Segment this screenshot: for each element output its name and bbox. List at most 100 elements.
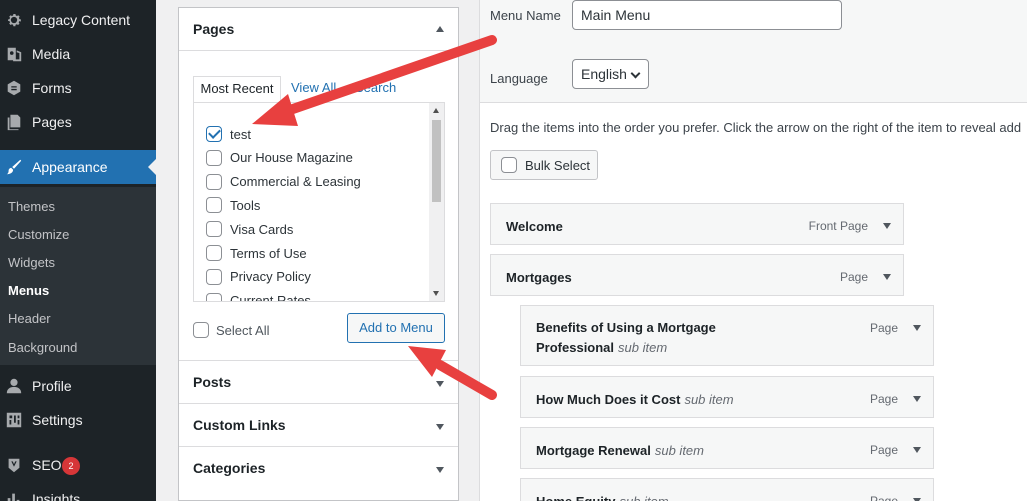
page-checkbox-row[interactable]: Current Rates <box>206 291 311 301</box>
divider <box>179 360 458 361</box>
seo-icon <box>5 456 23 474</box>
page-checkbox-row[interactable]: Tools <box>206 195 260 215</box>
menu-item-type: Page <box>839 270 868 284</box>
checkbox[interactable] <box>206 149 222 166</box>
page-checkbox-row[interactable]: Commercial & Leasing <box>206 172 361 192</box>
tab-most-recent[interactable]: Most Recent <box>193 76 281 103</box>
divider <box>179 50 458 51</box>
menu-item-type: Page <box>869 443 898 457</box>
expand-arrow-icon[interactable] <box>436 381 444 387</box>
checkbox[interactable] <box>206 245 222 261</box>
submenu-item-customize[interactable]: Customize <box>8 227 69 242</box>
sidebar-item-appearance[interactable]: Appearance <box>0 150 156 184</box>
sidebar-item-settings[interactable]: Settings <box>0 403 156 437</box>
menu-item-title: Home Equity sub item <box>536 492 669 501</box>
menu-item[interactable]: Benefits of Using a Mortgage Professiona… <box>520 305 934 366</box>
page-checkbox-row[interactable]: Visa Cards <box>206 219 293 239</box>
menu-item[interactable]: Mortgage Renewal sub item Page <box>520 427 934 469</box>
sidebar-item-insights[interactable]: Insights <box>0 482 156 501</box>
sidebar-item-label: Profile <box>32 378 72 394</box>
toggle-arrow-icon[interactable] <box>913 325 921 331</box>
menu-name-input[interactable]: Main Menu <box>572 0 842 30</box>
custom-links-section-title[interactable]: Custom Links <box>193 417 286 433</box>
pages-checklist: test Our House Magazine Commercial & Leasi… <box>193 102 445 302</box>
menu-item[interactable]: Welcome Front Page <box>490 203 904 245</box>
list-scrollbar[interactable] <box>429 103 444 301</box>
sidebar-item-pages[interactable]: Pages <box>0 105 156 139</box>
posts-section-title[interactable]: Posts <box>193 374 231 390</box>
settings-icon <box>5 411 23 429</box>
menu-item-title-text: Home Equity <box>536 494 615 501</box>
sidebar-item-label: Appearance <box>32 159 108 175</box>
menu-item-type: Page <box>869 321 898 335</box>
language-label: Language <box>490 71 548 86</box>
checkbox[interactable] <box>206 292 222 301</box>
forms-icon <box>5 79 23 97</box>
sub-item-label: sub item <box>619 494 668 501</box>
sidebar-item-forms[interactable]: Forms <box>0 71 156 105</box>
sidebar-item-media[interactable]: Media <box>0 37 156 71</box>
page-checkbox-row[interactable]: Terms of Use <box>206 243 307 263</box>
checkbox[interactable] <box>501 157 517 173</box>
checkbox[interactable] <box>206 197 222 214</box>
sidebar-item-legacy-content[interactable]: Legacy Content <box>0 3 156 37</box>
pages-icon <box>5 113 23 131</box>
menu-item[interactable]: How Much Does it Cost sub item Page <box>520 376 934 418</box>
page-checkbox-row[interactable]: test <box>206 124 251 144</box>
add-to-menu-button[interactable]: Add to Menu <box>347 313 445 343</box>
toggle-arrow-icon[interactable] <box>883 274 891 280</box>
language-select[interactable]: English <box>572 59 649 89</box>
sidebar-item-label: Insights <box>32 491 81 501</box>
bulk-select-checkbox[interactable]: Bulk Select <box>490 150 598 180</box>
notification-badge: 2 <box>62 457 80 475</box>
checkbox[interactable] <box>206 268 222 285</box>
submenu-item-themes[interactable]: Themes <box>8 199 55 214</box>
tab-search[interactable]: Search <box>355 76 396 103</box>
select-all-checkbox[interactable]: Select All <box>193 320 269 340</box>
collapse-arrow-icon[interactable] <box>436 26 444 32</box>
page-label: test <box>230 126 251 142</box>
page-label: Visa Cards <box>230 221 294 237</box>
toggle-arrow-icon[interactable] <box>913 396 921 402</box>
toggle-arrow-icon[interactable] <box>883 223 891 229</box>
expand-arrow-icon[interactable] <box>436 424 444 430</box>
page-checkbox-row[interactable]: Privacy Policy <box>206 267 311 287</box>
sidebar-item-label: Media <box>32 46 71 62</box>
expand-arrow-icon[interactable] <box>436 467 444 473</box>
insights-icon <box>5 490 23 501</box>
divider <box>179 403 458 404</box>
menu-item[interactable]: Home Equity sub item Page <box>520 478 934 501</box>
menu-item-type: Front Page <box>808 219 868 233</box>
sidebar-item-profile[interactable]: Profile <box>0 369 156 403</box>
toggle-arrow-icon[interactable] <box>913 447 921 453</box>
checkbox[interactable] <box>206 173 222 190</box>
scroll-up-arrow-icon[interactable] <box>433 108 439 113</box>
submenu-item-widgets[interactable]: Widgets <box>8 255 55 270</box>
submenu-item-menus[interactable]: Menus <box>8 283 49 298</box>
instructions-text: Drag the items into the order you prefer… <box>490 120 1022 135</box>
scroll-down-arrow-icon[interactable] <box>433 291 439 296</box>
menu-item-title-text: Welcome <box>506 219 563 234</box>
current-menu-notch <box>148 159 156 175</box>
page-checkbox-row[interactable]: Our House Magazine <box>206 148 353 168</box>
media-icon <box>5 45 23 63</box>
sidebar-item-seo[interactable]: SEO 2 <box>0 448 156 482</box>
sidebar-item-label: Forms <box>32 80 72 96</box>
checkbox[interactable] <box>206 126 222 142</box>
page-label: Terms of Use <box>230 245 307 261</box>
menu-item[interactable]: Mortgages Page <box>490 254 904 296</box>
menu-header: Menu Name Main Menu Language English <box>480 0 1027 103</box>
categories-section-title[interactable]: Categories <box>193 460 265 476</box>
submenu-item-header[interactable]: Header <box>8 311 51 326</box>
scroll-thumb[interactable] <box>432 120 441 202</box>
pages-section-title[interactable]: Pages <box>193 21 234 37</box>
checkbox[interactable] <box>193 322 209 338</box>
submenu-item-background[interactable]: Background <box>8 340 77 355</box>
sub-item-label: sub item <box>654 443 704 458</box>
sub-item-label: sub item <box>618 340 668 355</box>
menu-item-title-text: Mortgages <box>506 270 572 285</box>
checkbox[interactable] <box>206 221 222 238</box>
menu-item-title-text: How Much Does it Cost <box>536 392 681 407</box>
menu-item-title: Benefits of Using a Mortgage Professiona… <box>536 318 736 358</box>
tab-view-all[interactable]: View All <box>291 76 336 103</box>
